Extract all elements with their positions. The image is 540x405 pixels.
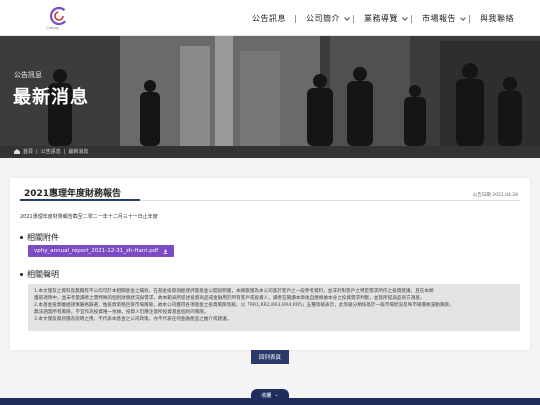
disclaimer-line: 1.本文僅及之資料及無獨有不公均可於本相關基金之績效，在基金投資須經謹評量基金公… bbox=[34, 289, 434, 294]
breadcrumb-current: 最新消息 bbox=[68, 149, 89, 155]
main-nav: 公告訊息 公司簡介 業務導覽 市場報告 與我聯絡 bbox=[242, 0, 524, 36]
logo-wordmark: Cathay bbox=[46, 25, 59, 30]
back-to-list-button[interactable]: 回列表頁 bbox=[251, 350, 289, 364]
nav-label: 與我聯絡 bbox=[480, 13, 514, 23]
site-header: Cathay 公告訊息 公司簡介 業務導覽 市場報告 與我聯絡 bbox=[0, 0, 540, 36]
banner-subtitle: 公告訊息 bbox=[14, 71, 42, 79]
nav-item-about[interactable]: 公司簡介 bbox=[296, 13, 354, 24]
nav-label: 業務導覽 bbox=[364, 13, 398, 23]
bullet-icon bbox=[20, 273, 23, 276]
disclaimer-heading: 相關聲明 bbox=[20, 269, 59, 280]
bullet-icon bbox=[20, 236, 23, 239]
attachments-heading: 相關附件 bbox=[20, 232, 59, 243]
article-date: 公告日期 2022.04.28 bbox=[472, 193, 518, 198]
attachment-filename: vphy_annual_report_2021-12-31_zh-Hant.pd… bbox=[34, 248, 159, 254]
article-summary: 2021惠理年度財務報告截至二零二一年十二月三十一日止年度 bbox=[20, 214, 158, 220]
nav-item-contact[interactable]: 與我聯絡 bbox=[470, 13, 524, 24]
download-icon bbox=[163, 248, 168, 254]
disclaimer-line: 獲取適時中，並未考量讀者之需特殊的個別財務狀況與需求，故本範表所提述投資商品或金… bbox=[34, 296, 425, 301]
nav-label: 市場報告 bbox=[422, 13, 456, 23]
footer-toggle-label: 收闔 bbox=[261, 392, 272, 399]
home-icon[interactable] bbox=[14, 149, 20, 154]
chevron-down-icon: ⌄ bbox=[274, 392, 279, 398]
attachments-heading-label: 相關附件 bbox=[27, 233, 59, 242]
banner-title: 最新消息 bbox=[13, 87, 89, 108]
nav-item-market-report[interactable]: 市場報告 bbox=[412, 13, 470, 24]
nav-label: 公告訊息 bbox=[252, 13, 286, 23]
breadcrumb-separator: | bbox=[63, 148, 66, 155]
breadcrumb-home[interactable]: 首頁 bbox=[23, 148, 33, 155]
disclaimer-line: 2.本基金投資雖經謹慎嚴格篩選，惟投資策略且受市場風險，故本公司獲得各項基金之投… bbox=[34, 303, 454, 308]
disclaimer-line: 3.本文僅及資訊僅為說明之用，不代表本基金之公司政策，亦不代表任何金融產品之推介… bbox=[34, 317, 232, 322]
breadcrumb: 首頁 | 公告訊息 | 最新消息 bbox=[14, 148, 88, 155]
disclaimer-line: 無法涵蓋所有風險，不宜作為投資唯一依據，投資人仍應注意所投資基金個別的風險。 bbox=[34, 310, 209, 315]
attachment-download-button[interactable]: vphy_annual_report_2021-12-31_zh-Hant.pd… bbox=[28, 245, 175, 257]
breadcrumb-announcements[interactable]: 公告訊息 bbox=[41, 148, 61, 155]
nav-item-announcements[interactable]: 公告訊息 bbox=[242, 13, 296, 24]
hero-banner: 公告訊息 最新消息 bbox=[0, 36, 540, 146]
disclaimer-box: 1.本文僅及之資料及無獨有不公均可於本相關基金之績效，在基金投資須經謹評量基金公… bbox=[28, 284, 520, 331]
breadcrumb-bar: 首頁 | 公告訊息 | 最新消息 bbox=[0, 146, 540, 158]
footer-toggle-tab[interactable]: 收闔 ⌄ bbox=[251, 389, 289, 401]
nav-item-business[interactable]: 業務導覽 bbox=[354, 13, 412, 24]
title-accent-bar bbox=[20, 199, 140, 201]
article-card: 2021惠理年度財務報告 公告日期 2022.04.28 2021惠理年度財務報… bbox=[10, 178, 530, 350]
disclaimer-heading-label: 相關聲明 bbox=[27, 270, 59, 279]
article-title: 2021惠理年度財務報告 bbox=[24, 189, 122, 199]
breadcrumb-separator: | bbox=[36, 148, 38, 155]
nav-label: 公司簡介 bbox=[306, 13, 340, 23]
